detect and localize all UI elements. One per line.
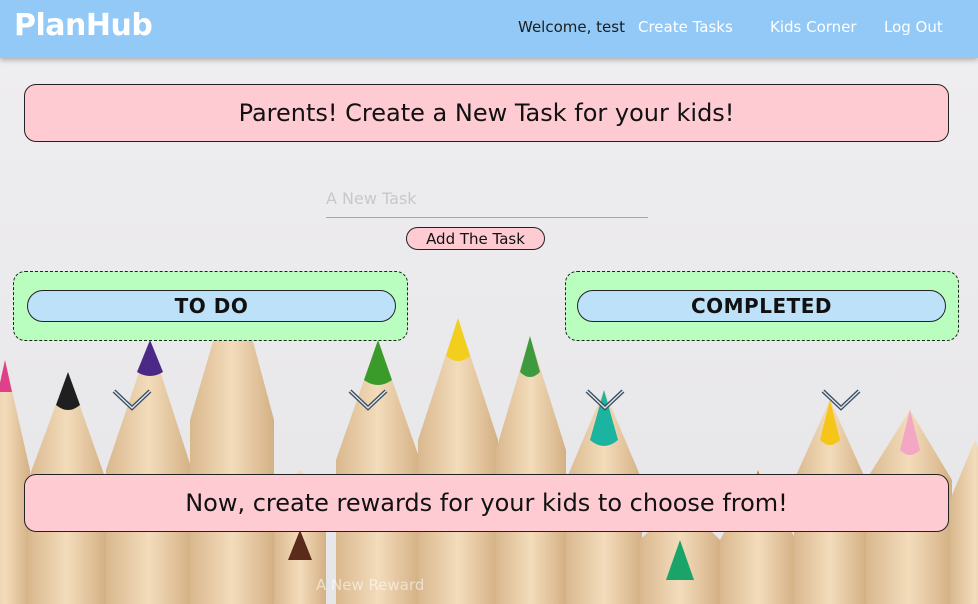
brand-logo[interactable]: PlanHub	[14, 8, 153, 43]
chevron-down-icon[interactable]	[112, 388, 152, 412]
nav-log-out-link[interactable]: Log Out	[884, 18, 943, 36]
create-task-banner: Parents! Create a New Task for your kids…	[24, 84, 949, 142]
completed-column: COMPLETED	[565, 271, 959, 341]
welcome-text: Welcome, test	[518, 18, 625, 36]
create-rewards-banner: Now, create rewards for your kids to cho…	[24, 474, 949, 532]
todo-column-header: TO DO	[27, 290, 396, 322]
chevron-down-icon[interactable]	[348, 388, 388, 412]
completed-column-header: COMPLETED	[577, 290, 946, 322]
todo-column: TO DO	[13, 271, 408, 341]
add-task-button[interactable]: Add The Task	[406, 227, 545, 250]
chevron-down-icon[interactable]	[821, 388, 861, 412]
nav-create-tasks-link[interactable]: Create Tasks	[638, 18, 733, 36]
nav-kids-corner-link[interactable]: Kids Corner	[770, 18, 857, 36]
new-reward-input[interactable]	[316, 572, 556, 598]
new-task-input[interactable]	[326, 178, 648, 218]
chevron-down-icon[interactable]	[585, 388, 625, 412]
top-navbar: PlanHub Welcome, test Create Tasks Kids …	[0, 0, 978, 58]
